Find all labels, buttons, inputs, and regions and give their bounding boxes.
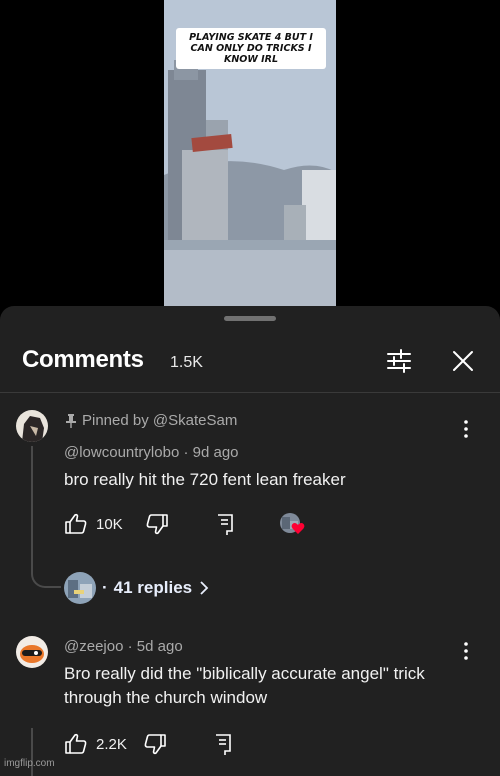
comment-age: 5d ago — [136, 638, 183, 655]
more-vert-icon — [464, 642, 468, 660]
pin-icon — [66, 413, 76, 428]
sliders-icon — [387, 349, 411, 373]
avatar[interactable] — [16, 410, 48, 442]
pinned-text: Pinned by @SkateSam — [82, 412, 238, 429]
close-icon — [453, 351, 473, 371]
replies-count: 41 replies — [113, 578, 193, 597]
thumbs-down-icon — [144, 734, 166, 755]
comment-menu-button[interactable] — [456, 418, 476, 440]
video-caption: Playing Skate 4 but I can only do tricks… — [176, 28, 326, 69]
comment-meta: @zeejoo · 5d ago — [64, 638, 183, 655]
comment-text: bro really hit the 720 fent lean freaker — [64, 470, 346, 489]
creator-heart — [279, 512, 307, 536]
reply-icon — [217, 514, 233, 535]
thumbs-up-icon — [65, 733, 87, 754]
like-count: 2.2K — [96, 735, 127, 753]
comment-actions: 2.2K — [64, 732, 235, 756]
pinned-label: Pinned by @SkateSam — [66, 412, 237, 429]
filter-button[interactable] — [384, 346, 414, 376]
header-divider — [0, 392, 500, 393]
thread-curve — [31, 570, 61, 588]
video-frame[interactable]: Playing Skate 4 but I can only do tricks… — [164, 0, 336, 306]
reply-icon — [215, 734, 231, 755]
thumbs-down-icon — [146, 514, 168, 535]
chevron-right-icon — [200, 581, 209, 595]
comment-age: 9d ago — [192, 444, 239, 461]
comment-actions: 10K — [64, 512, 307, 536]
close-button[interactable] — [448, 346, 478, 376]
comments-count: 1.5K — [170, 354, 203, 371]
replies-separator: · — [102, 578, 108, 597]
meta-separator: · — [183, 444, 189, 461]
comment-author[interactable]: @zeejoo — [64, 638, 123, 655]
like-button[interactable] — [64, 732, 88, 756]
comment-text: Bro really did the "biblically accurate … — [64, 664, 425, 707]
heart-icon — [291, 523, 305, 534]
reply-button[interactable] — [211, 732, 235, 756]
reply-button[interactable] — [213, 512, 237, 536]
comments-sheet: Comments 1.5K Pinned by @SkateSam @lowco… — [0, 306, 500, 776]
thread-line — [31, 446, 33, 570]
reply-avatar-icon — [64, 572, 96, 604]
meta-separator: · — [127, 638, 133, 655]
video-player[interactable]: Playing Skate 4 but I can only do tricks… — [0, 0, 500, 306]
comment-meta: @lowcountrylobo · 9d ago — [64, 444, 239, 461]
comments-title: Comments — [22, 346, 144, 373]
comment-menu-button[interactable] — [456, 640, 476, 662]
watermark: imgflip.com — [4, 758, 55, 769]
view-replies-button[interactable]: · 41 replies — [64, 572, 210, 604]
like-button[interactable] — [64, 512, 88, 536]
drag-handle[interactable] — [224, 316, 276, 321]
thumbs-up-icon — [65, 513, 87, 534]
avatar[interactable] — [16, 636, 48, 668]
like-count: 10K — [96, 515, 123, 533]
comment-author[interactable]: @lowcountrylobo — [64, 444, 179, 461]
dislike-button[interactable] — [145, 512, 169, 536]
more-vert-icon — [464, 420, 468, 438]
dislike-button[interactable] — [143, 732, 167, 756]
